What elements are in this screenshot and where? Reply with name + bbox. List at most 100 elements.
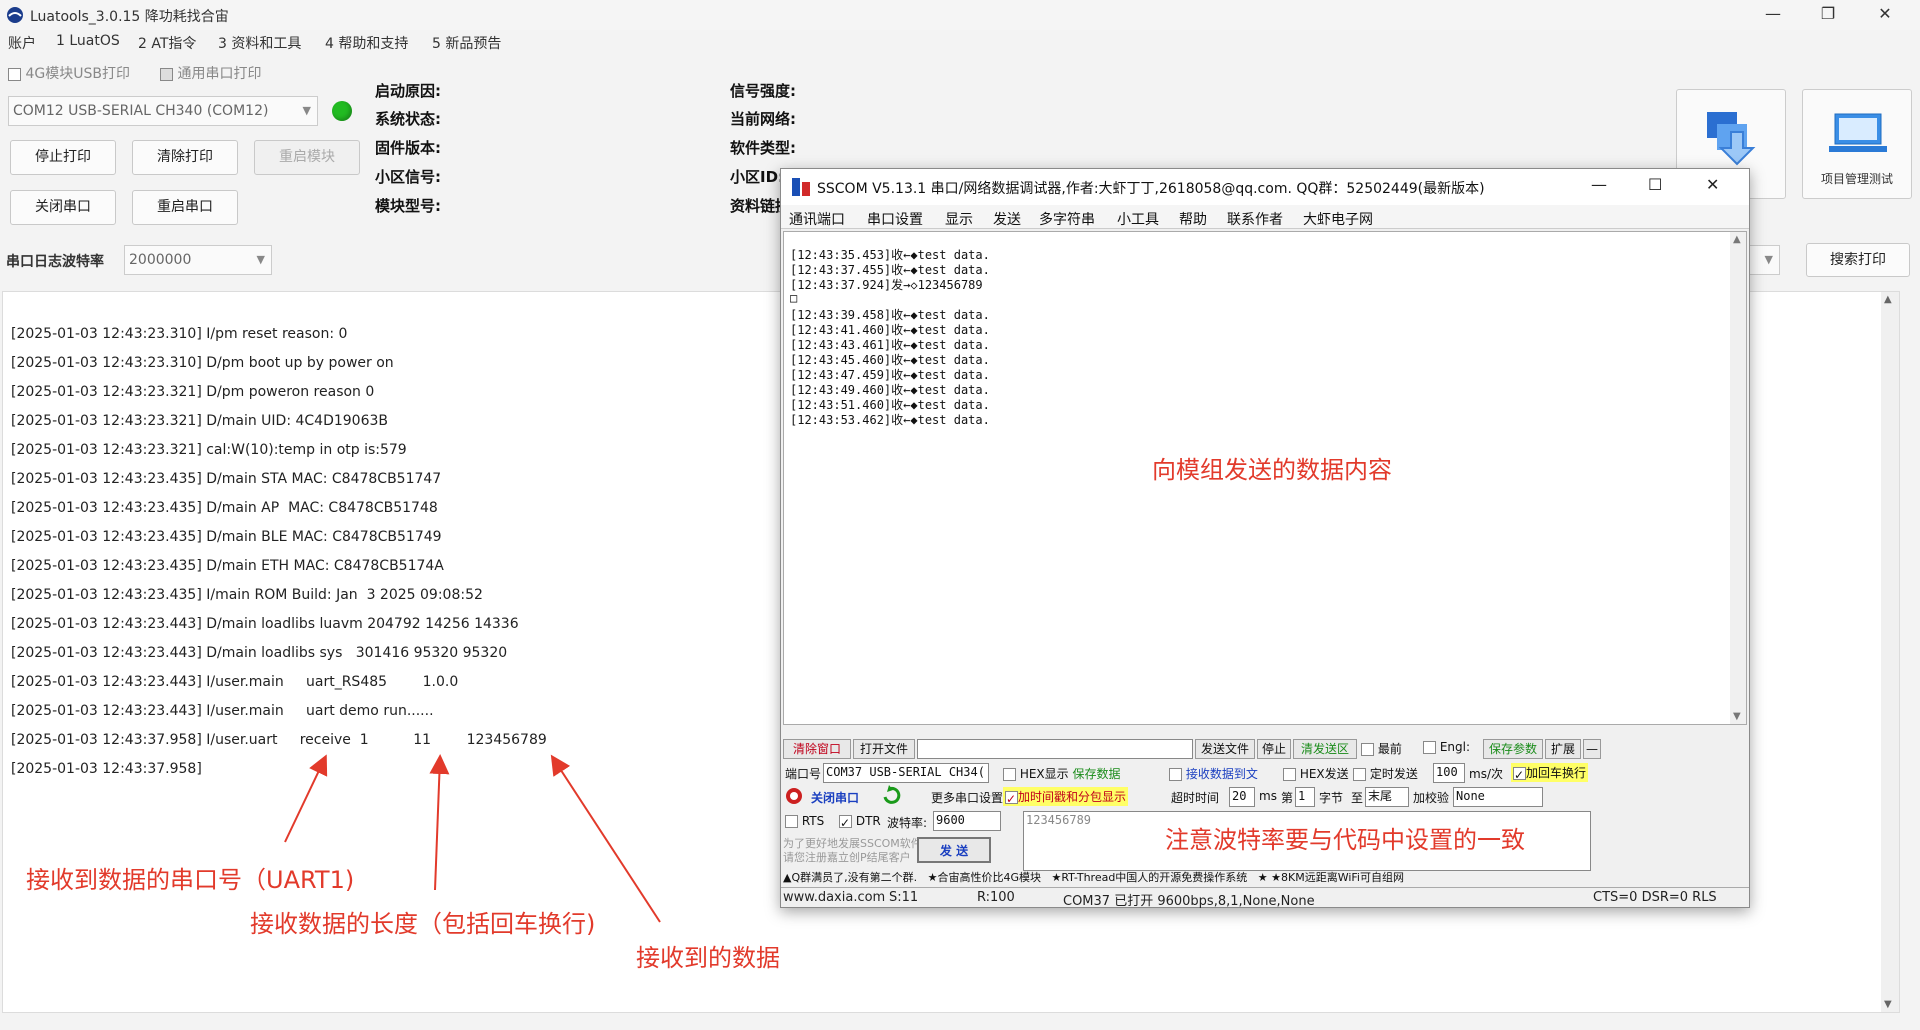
interval-unit: ms/次 [1469,767,1503,781]
checksum-select[interactable]: None [1453,787,1543,807]
recv-to-file-checkbox[interactable] [1169,768,1182,781]
rts-label: RTS [801,814,825,828]
port-power-icon[interactable] [785,787,803,805]
sscom-menu-bar: 通讯端口 串口设置 显示 发送 多字符串 小工具 帮助 联系作者 大虾电子网 [781,205,1749,229]
collapse-button[interactable]: — [1583,739,1601,759]
english-label: Engl: [1439,740,1471,754]
sscom-receive-area[interactable]: [12:43:35.453]收←◆test data. [12:43:37.45… [783,231,1747,725]
topmost-label: 最前 [1377,742,1402,756]
baud-select[interactable]: 9600 [933,811,1001,831]
add-timestamp-label: 加时间戳和分包显示 [1018,790,1127,804]
term-line: □ [790,291,798,305]
send-file-button[interactable]: 发送文件 [1195,739,1255,759]
annotation-send-content: 向模组发送的数据内容 [1152,456,1392,484]
hex-show-label: HEX显示 [1019,767,1069,781]
add-timestamp-option[interactable]: ✓ 加时间戳和分包显示 [1003,787,1129,806]
stop-button[interactable]: 停止 [1257,739,1291,759]
more-settings-button[interactable]: 更多串口设置 [931,789,1003,806]
sscom-maximize-button[interactable]: ☐ [1648,175,1662,194]
refresh-icon[interactable] [881,785,901,805]
status-site[interactable]: www.daxia.com [783,890,885,905]
sscom-menu-port[interactable]: 通讯端口 [789,209,845,229]
rts-option[interactable]: RTS [785,814,824,828]
checksum-label: 加校验 [1413,791,1450,805]
save-data-button[interactable]: 保存数据 [1072,767,1120,781]
add-crlf-label: 加回车换行 [1526,766,1587,780]
annotation-data-recv: 接收到的数据 [636,944,780,972]
annotation-baud-note: 注意波特率要与代码中设置的一致 [1165,826,1525,854]
timed-send-label: 定时发送 [1369,767,1418,781]
add-crlf-checkbox[interactable]: ✓ [1513,767,1526,782]
arrow-data-recv [550,754,661,923]
arrow-port-num [284,754,328,843]
open-file-button[interactable]: 打开文件 [853,739,915,759]
annotation-data-len: 接收数据的长度（包括回车换行) [250,910,596,938]
sscom-port-value: COM37 USB-SERIAL CH34( [826,765,985,779]
ticker-bar[interactable]: ▲Q群满员了,没有第二个群. ★合宙高性价比4G模块 ★RT-Thread中国人… [783,869,1747,887]
english-checkbox[interactable] [1423,741,1436,754]
ms-label: ms [1259,789,1277,803]
arrow-data-len [429,754,450,891]
term-line: [12:43:37.924]发→◇123456789 [790,278,983,292]
sscom-menu-serial[interactable]: 串口设置 [867,209,923,229]
send-button[interactable]: 发 送 [917,837,991,863]
sscom-menu-display[interactable]: 显示 [945,209,973,229]
hex-send-checkbox[interactable] [1283,768,1296,781]
port-label: 端口号 [785,767,822,781]
interval-field[interactable]: 100 [1433,763,1465,783]
hex-show-option[interactable]: HEX显示 保存数据 [1003,765,1121,782]
timeout-field[interactable]: 20 [1229,787,1255,807]
sscom-scrollbar[interactable]: ▲ ▼ [1730,232,1746,724]
sscom-menu-contact[interactable]: 联系作者 [1227,209,1283,229]
hex-show-checkbox[interactable] [1003,768,1016,781]
term-line: [12:43:53.462]收←◆test data. [790,413,990,427]
scroll-down-icon[interactable]: ▼ [1733,711,1741,722]
topmost-checkbox[interactable] [1361,743,1374,756]
sscom-title-bar: SSCOM V5.13.1 串口/网络数据调试器,作者:大虾丁丁,2618058… [781,169,1749,205]
promo-text[interactable]: 为了更好地发展SSCOM软件 请您注册嘉立创P结尾客户 [783,837,922,871]
nth-label: 第 [1281,791,1294,805]
scroll-up-icon[interactable]: ▲ [1733,234,1741,245]
dtr-option[interactable]: ✓ DTR [839,814,881,830]
hex-send-option[interactable]: HEX发送 [1283,765,1349,782]
recv-to-file-label: 接收数据到文 [1185,767,1258,781]
sscom-menu-send[interactable]: 发送 [993,209,1021,229]
timeout-label: 超时时间 [1171,791,1220,805]
clear-send-button[interactable]: 清发送区 [1293,739,1357,759]
baud-label: 波特率: [887,816,928,830]
english-option[interactable]: Engl: [1423,740,1470,754]
save-params-button[interactable]: 保存参数 [1483,739,1543,759]
sscom-minimize-button[interactable]: — [1591,175,1607,194]
sscom-window: SSCOM V5.13.1 串口/网络数据调试器,作者:大虾丁丁,2618058… [780,168,1750,909]
end-select[interactable]: 末尾 [1365,787,1409,807]
dtr-checkbox[interactable]: ✓ [839,815,852,830]
byte-label: 字节 [1319,791,1344,805]
expand-button[interactable]: 扩展 [1545,739,1581,759]
timed-send-checkbox[interactable] [1353,768,1366,781]
rts-checkbox[interactable] [785,815,798,828]
add-timestamp-checkbox[interactable]: ✓ [1005,791,1018,806]
sscom-close-button[interactable]: ✕ [1706,175,1719,194]
sscom-menu-site[interactable]: 大虾电子网 [1303,209,1373,229]
status-port: COM37 已打开 9600bps,8,1,None,None [1063,894,1315,909]
recv-to-file-option[interactable]: 接收数据到文 [1169,765,1258,782]
clear-window-button[interactable]: 清除窗口 [783,739,851,759]
sscom-menu-tools[interactable]: 小工具 [1117,209,1159,229]
sscom-menu-multistr[interactable]: 多字符串 [1039,209,1095,229]
to-label: 至 [1351,791,1364,805]
topmost-option[interactable]: 最前 [1361,740,1402,757]
sscom-close-port-button[interactable]: 关闭串口 [811,789,859,806]
sscom-title: SSCOM V5.13.1 串口/网络数据调试器,作者:大虾丁丁,2618058… [817,181,1485,197]
sscom-menu-help[interactable]: 帮助 [1179,209,1207,229]
annotation-port-num: 接收到数据的串口号（UART1) [26,866,355,894]
nth-field[interactable]: 1 [1295,787,1315,807]
sscom-status-bar: www.daxia.com S:11 R:100 COM37 已打开 9600b… [781,887,1749,909]
file-path-field[interactable] [917,739,1193,759]
add-crlf-option[interactable]: ✓ 加回车换行 [1511,763,1589,782]
dtr-label: DTR [855,814,881,828]
sscom-logo-icon [792,178,810,196]
hex-send-label: HEX发送 [1299,767,1349,781]
timed-send-option[interactable]: 定时发送 [1353,765,1418,782]
sscom-port-select[interactable]: COM37 USB-SERIAL CH34( [823,763,989,783]
status-lines: CTS=0 DSR=0 RLS [1593,890,1717,905]
